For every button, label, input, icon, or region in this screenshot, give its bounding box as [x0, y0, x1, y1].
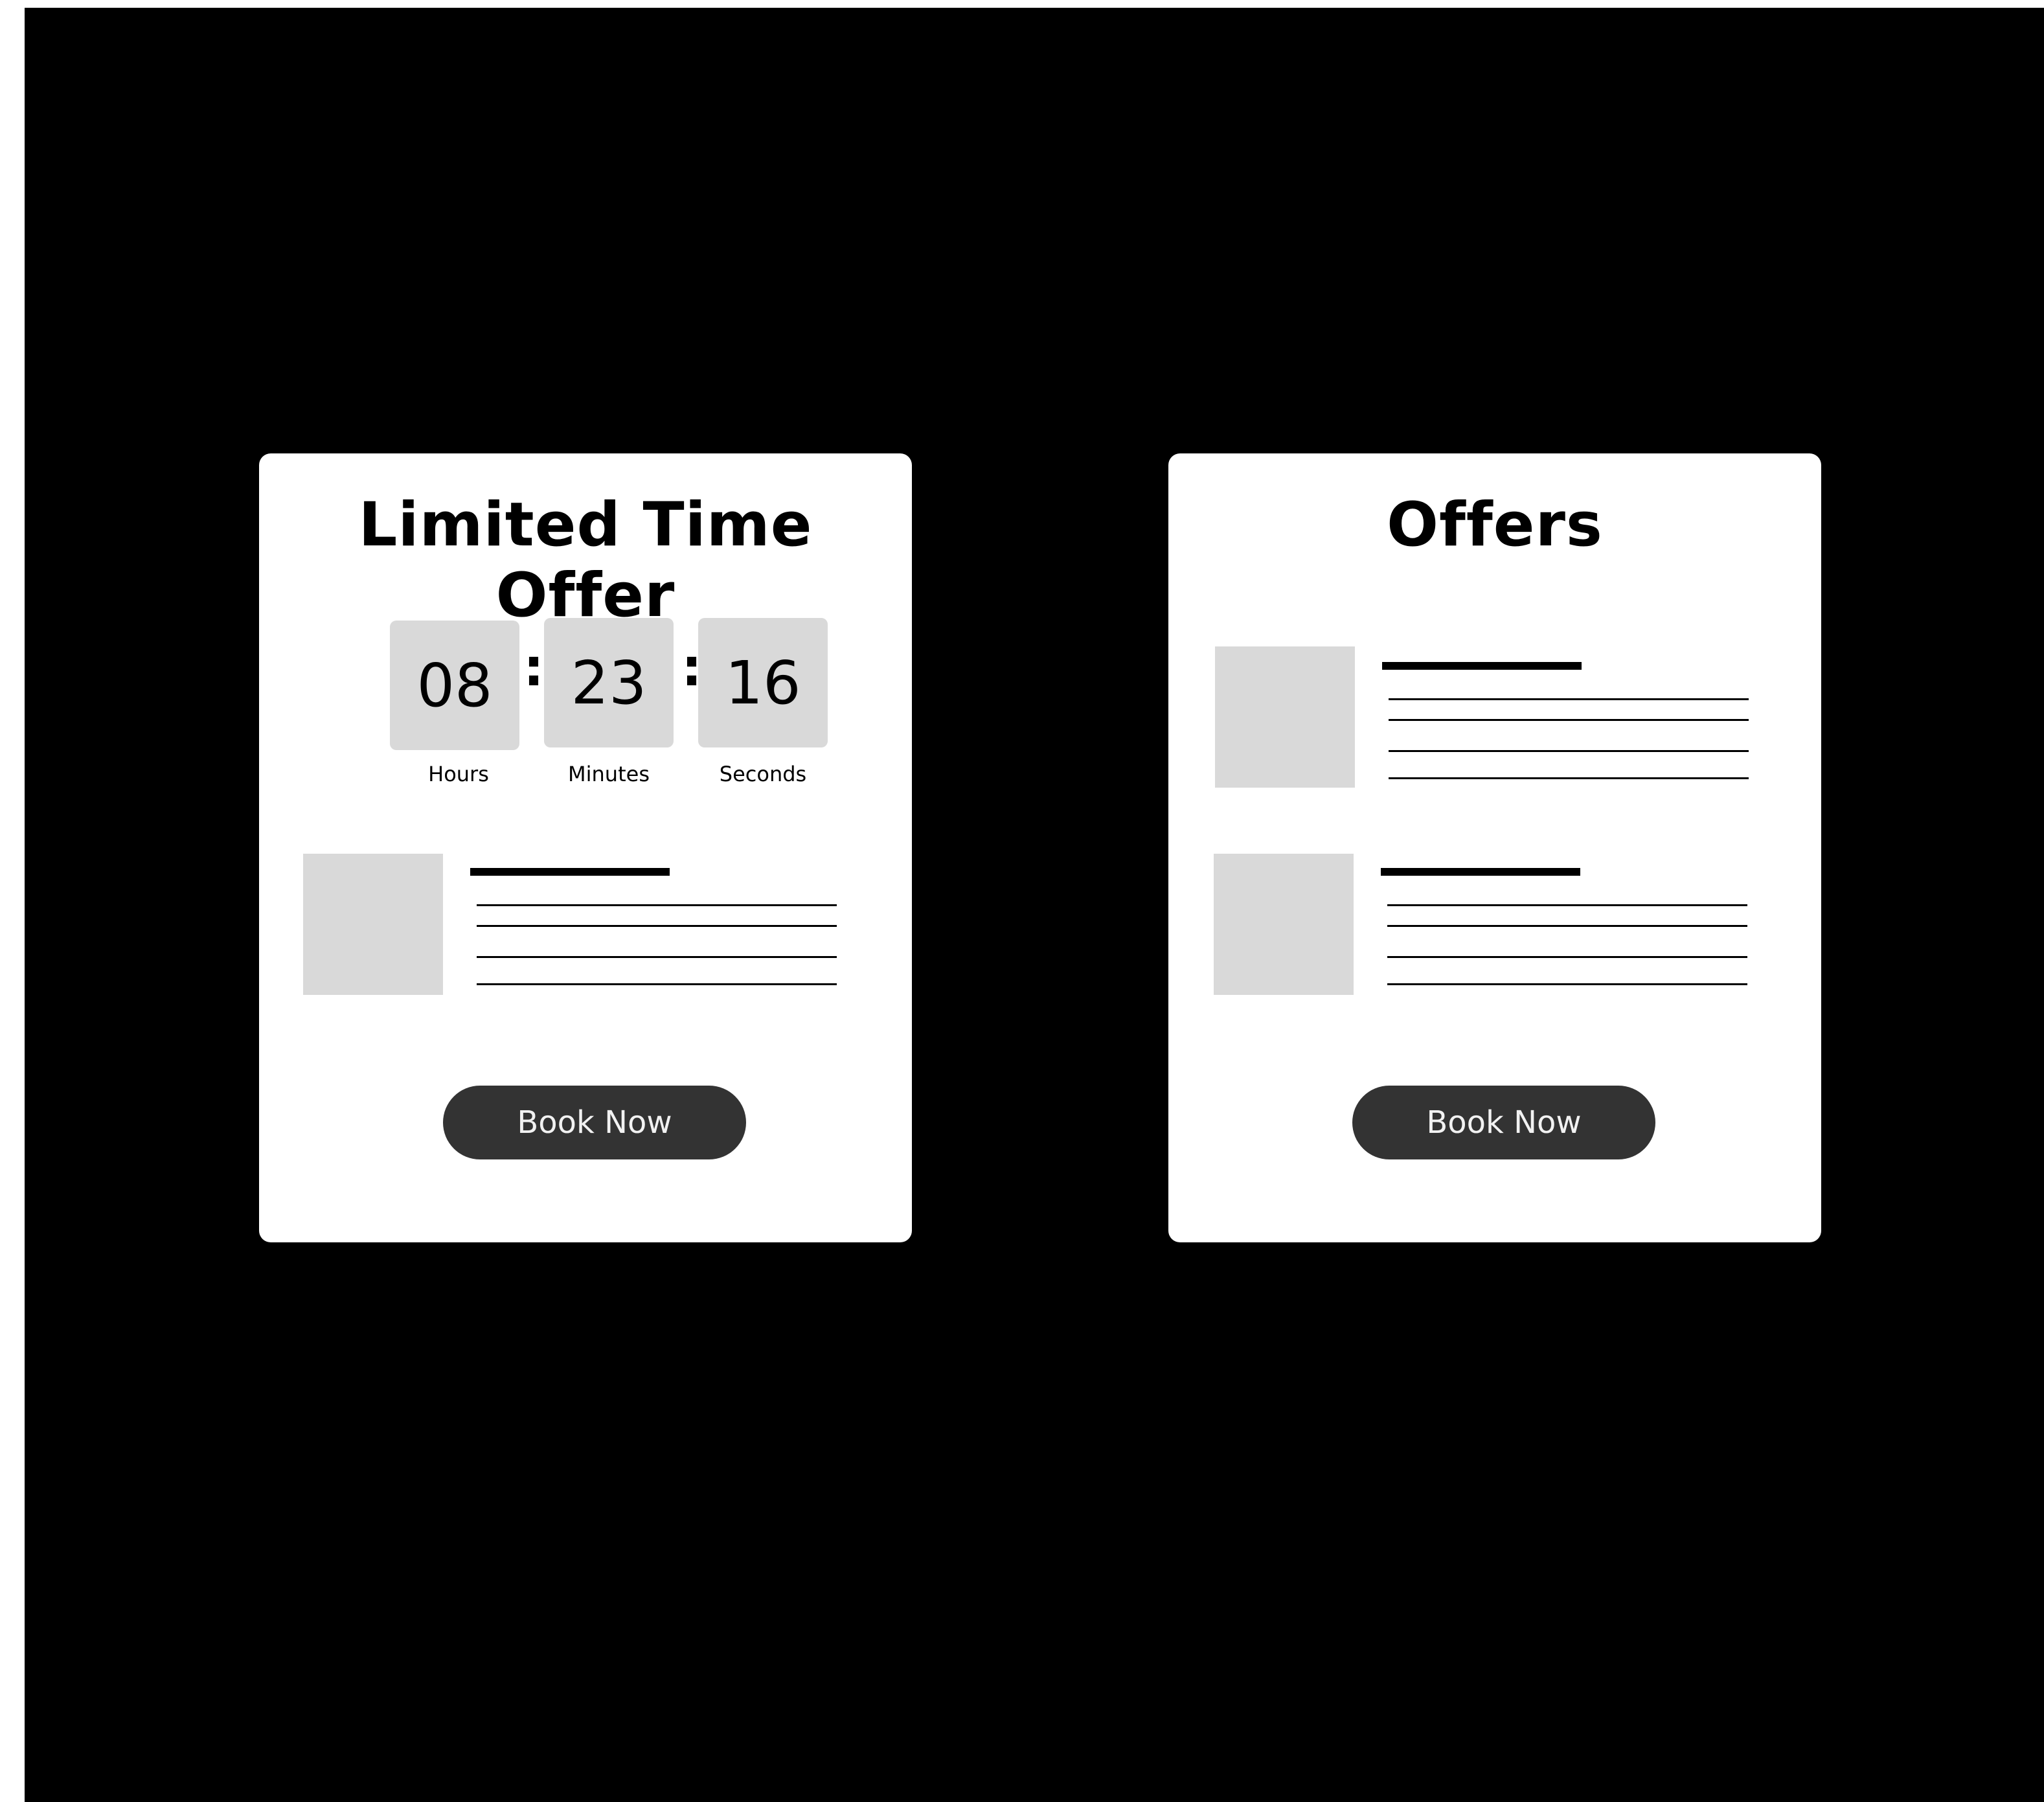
limited-offer-card: Limited Time Offer 08 : 23 : 16 Hours Mi…	[259, 453, 912, 1242]
minutes-box: 23	[544, 618, 674, 747]
card-title: Limited Time Offer	[358, 490, 813, 631]
offer-item	[1214, 854, 1797, 995]
book-now-button[interactable]: Book Now	[1352, 1086, 1655, 1159]
book-now-button[interactable]: Book Now	[443, 1086, 746, 1159]
offer-text-line	[1389, 698, 1749, 700]
offer-title-placeholder	[1382, 662, 1582, 670]
offer-image-placeholder	[303, 854, 443, 995]
offer-title-placeholder	[1381, 868, 1580, 876]
offer-item	[303, 854, 886, 995]
seconds-label: Seconds	[719, 762, 807, 786]
offer-image-placeholder	[1214, 854, 1354, 995]
time-separator: :	[523, 637, 544, 698]
page-background: Limited Time Offer 08 : 23 : 16 Hours Mi…	[25, 8, 2044, 1802]
hours-box: 08	[390, 621, 519, 750]
minutes-label: Minutes	[568, 762, 650, 786]
offer-text-line	[477, 983, 837, 985]
offer-title-placeholder	[470, 868, 670, 876]
card-title: Offers	[1387, 490, 1603, 560]
offer-item	[1215, 646, 1798, 788]
hours-label: Hours	[428, 762, 489, 786]
offer-text-line	[1387, 904, 1747, 906]
offer-text-line	[477, 956, 837, 958]
seconds-box: 16	[698, 618, 828, 747]
offer-text-line	[1389, 777, 1749, 779]
countdown-timer: 08 : 23 : 16 Hours Minutes Seconds	[259, 618, 912, 793]
offer-text-line	[1387, 956, 1747, 958]
offer-image-placeholder	[1215, 646, 1355, 788]
offer-text-line	[477, 925, 837, 927]
offer-text-line	[1389, 719, 1749, 721]
offer-text-line	[1387, 925, 1747, 927]
offers-card: Offers Book Now	[1168, 453, 1821, 1242]
offer-text-line	[477, 904, 837, 906]
offer-text-line	[1389, 750, 1749, 752]
offer-text-line	[1387, 983, 1747, 985]
